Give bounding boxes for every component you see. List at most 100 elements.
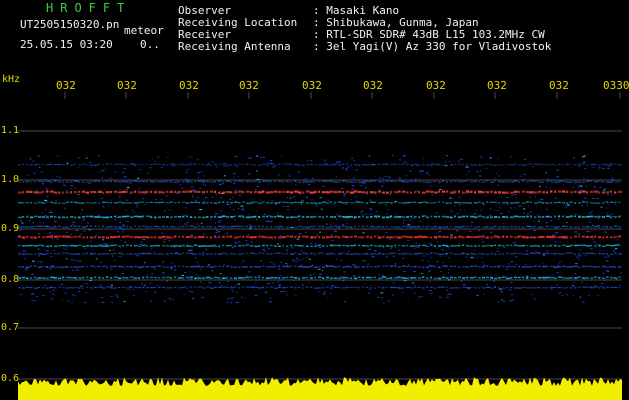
signal-band — [558, 276, 562, 279]
noise-pixel — [223, 165, 226, 167]
noise-pixel — [523, 159, 527, 161]
signal-band — [470, 202, 473, 204]
noise-pixel — [582, 156, 586, 158]
signal-band — [166, 276, 170, 279]
noise-pixel — [279, 275, 282, 277]
signal-band — [34, 202, 38, 204]
signal-band — [330, 277, 334, 279]
signal-band — [546, 225, 549, 228]
signal-band — [434, 236, 438, 239]
noise-pixel — [145, 274, 149, 276]
noise-pixel — [83, 283, 85, 285]
noise-pixel — [614, 248, 618, 250]
noise-pixel — [505, 268, 509, 270]
noise-pixel — [419, 170, 422, 172]
spectrogram-canvas — [0, 0, 629, 400]
signal-band — [106, 216, 110, 219]
signal-band — [222, 244, 225, 247]
signal-band — [618, 201, 621, 203]
noise-pixel — [254, 189, 257, 191]
noise-pixel — [237, 176, 240, 178]
noise-pixel — [413, 292, 416, 294]
signal-band — [490, 252, 493, 255]
noise-pixel — [319, 273, 322, 275]
noise-pixel — [298, 233, 302, 235]
signal-band — [282, 252, 285, 255]
signal-band — [374, 235, 377, 238]
noise-pixel — [241, 296, 243, 298]
signal-band — [434, 265, 437, 268]
noise-pixel — [574, 273, 576, 275]
signal-band — [474, 276, 477, 279]
signal-band — [374, 266, 378, 268]
signal-band — [154, 216, 157, 219]
signal-band — [302, 245, 305, 247]
signal-band — [86, 191, 89, 194]
signal-band — [230, 252, 234, 255]
noise-pixel — [289, 197, 292, 199]
noise-pixel — [578, 249, 581, 251]
signal-band — [322, 180, 327, 182]
noise-pixel — [116, 296, 119, 298]
signal-band — [162, 180, 166, 183]
signal-band — [286, 226, 289, 228]
noise-pixel — [400, 187, 403, 189]
signal-band — [102, 216, 107, 219]
signal-band — [66, 216, 69, 219]
signal-band — [610, 276, 614, 279]
signal-band — [186, 287, 189, 289]
frequency-unit-label: kHz — [2, 74, 21, 85]
noise-pixel — [142, 198, 145, 200]
noise-pixel — [375, 211, 378, 213]
signal-band — [434, 252, 439, 255]
noise-pixel — [37, 248, 40, 250]
noise-pixel — [295, 184, 297, 186]
signal-band — [322, 225, 325, 228]
signal-band — [534, 191, 538, 194]
noise-pixel — [217, 231, 221, 233]
signal-band — [574, 277, 578, 279]
signal-band — [238, 225, 242, 228]
signal-band — [274, 215, 277, 218]
noise-pixel — [278, 279, 281, 281]
time-tick-label: 032 — [363, 79, 383, 92]
noise-pixel — [308, 258, 312, 260]
noise-pixel — [153, 251, 155, 253]
signal-band — [282, 265, 287, 268]
noise-pixel — [286, 209, 290, 211]
signal-band — [26, 190, 30, 193]
noise-pixel — [190, 278, 193, 280]
signal-band — [586, 225, 590, 228]
signal-band — [314, 236, 317, 239]
signal-band — [402, 163, 405, 165]
noise-pixel — [186, 169, 190, 171]
signal-band — [290, 253, 293, 255]
noise-pixel — [529, 196, 531, 198]
noise-pixel — [132, 289, 135, 291]
signal-band — [446, 216, 450, 218]
signal-band — [150, 236, 154, 239]
noise-pixel — [584, 185, 587, 187]
signal-band — [590, 190, 594, 194]
noise-pixel — [50, 256, 52, 258]
signal-band — [90, 287, 93, 289]
noise-pixel — [588, 212, 592, 214]
noise-pixel — [150, 248, 153, 250]
noise-pixel — [425, 172, 429, 174]
signal-band — [590, 277, 594, 280]
signal-band — [426, 201, 430, 204]
signal-band — [522, 226, 525, 228]
signal-band — [394, 201, 397, 204]
noise-pixel — [241, 214, 243, 216]
signal-band — [30, 190, 33, 194]
noise-pixel — [72, 293, 75, 295]
signal-band — [542, 287, 546, 289]
signal-band — [414, 253, 418, 255]
signal-band — [614, 252, 617, 254]
noise-pixel — [600, 206, 603, 208]
signal-band — [526, 215, 529, 218]
time-tick-label: 032 — [426, 79, 446, 92]
noise-pixel — [511, 194, 513, 196]
signal-band — [470, 287, 473, 289]
signal-band — [486, 190, 490, 194]
